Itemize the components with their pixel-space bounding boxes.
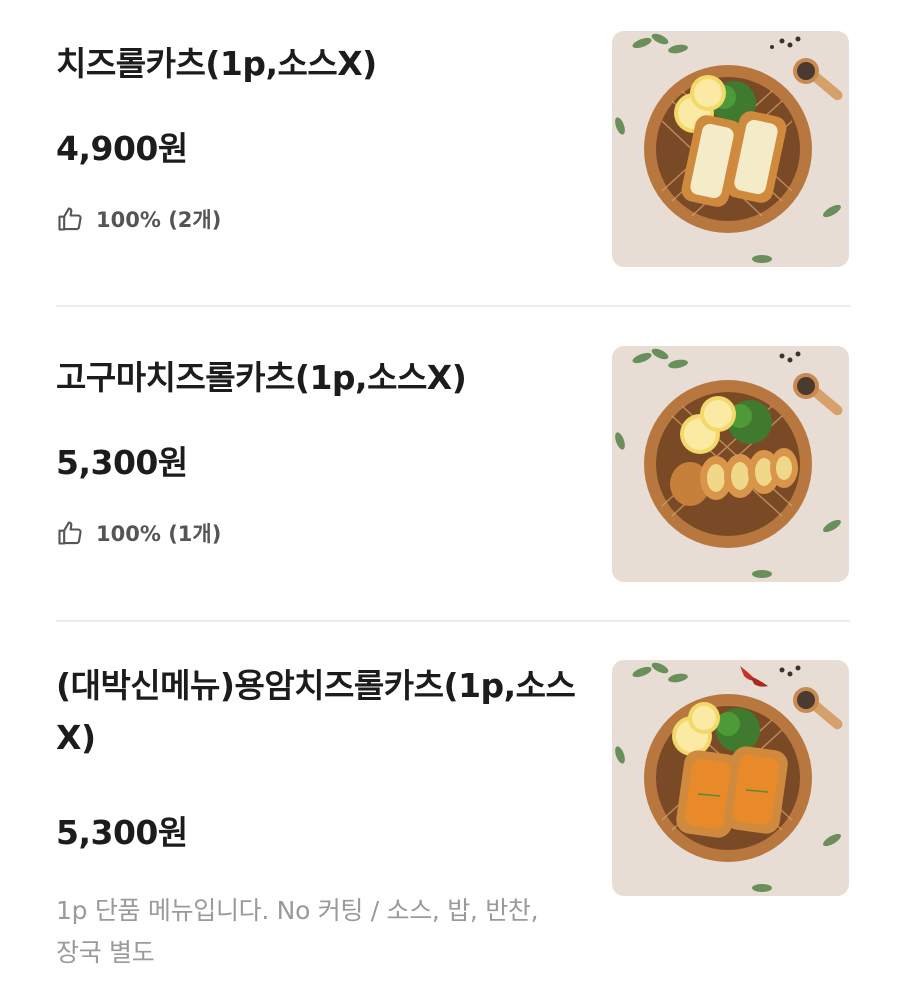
menu-item-rating: 100% (1개): [56, 518, 221, 548]
menu-item-photo: [612, 31, 849, 267]
sweet-potato-cheese-roll-katsu-photo: [612, 346, 849, 582]
menu-item-name: 치즈롤카츠(1p,소스X): [56, 44, 377, 83]
thumbs-up-icon: [56, 519, 84, 547]
menu-item[interactable]: 치즈롤카츠(1p,소스X) 4,900원 100% (2개): [0, 0, 900, 306]
rating-text: 100% (2개): [96, 208, 222, 232]
menu-item-rating: 100% (2개): [56, 204, 221, 234]
menu-item[interactable]: (대박신메뉴)용암치즈롤카츠(1p,소스X) 5,300원 1p 단품 메뉴입니…: [0, 622, 900, 1004]
menu-list: 치즈롤카츠(1p,소스X) 4,900원 100% (2개) 고구마치즈롤카츠(…: [0, 0, 900, 1004]
menu-item-description: 1p 단품 메뉴입니다. No 커팅 / 소스, 밥, 반찬, 장국 별도: [56, 896, 539, 967]
menu-item-price: 4,900원: [56, 129, 188, 168]
rating-text: 100% (1개): [96, 522, 222, 546]
cheese-roll-katsu-photo: [612, 31, 849, 267]
menu-item-name: (대박신메뉴)용암치즈롤카츠(1p,소스X): [56, 666, 576, 757]
lava-cheese-roll-katsu-photo: [612, 660, 849, 896]
menu-item[interactable]: 고구마치즈롤카츠(1p,소스X) 5,300원 100% (1개): [0, 308, 900, 620]
menu-item-name: 고구마치즈롤카츠(1p,소스X): [56, 358, 467, 397]
thumbs-up-icon: [56, 205, 84, 233]
menu-item-price: 5,300원: [56, 813, 188, 852]
menu-item-price: 5,300원: [56, 443, 188, 482]
menu-item-photo: [612, 660, 849, 896]
menu-item-photo: [612, 346, 849, 582]
divider: [56, 305, 850, 307]
